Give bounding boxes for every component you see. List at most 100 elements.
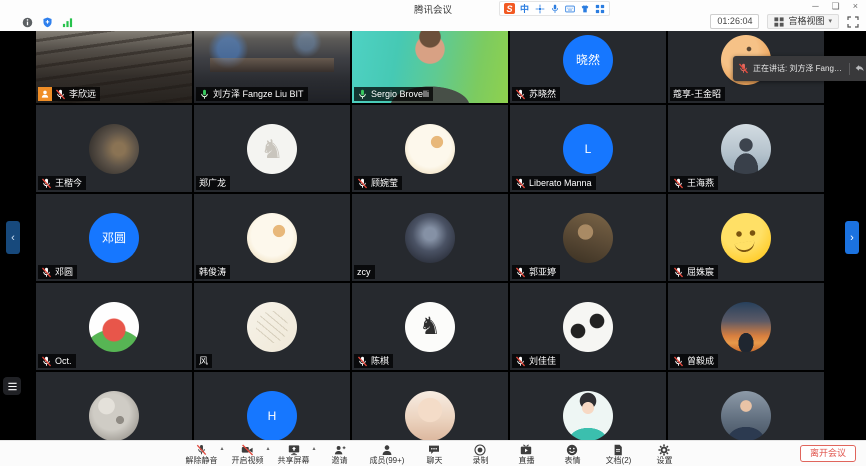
avatar-text: 晓然 [576,51,600,68]
tencent-meeting-window: 腾讯会议 S中 ─❏× 01:26:04 宫格视图 ▾ 李欣远 [0,0,866,466]
toolbar-button-label: 解除静音 [186,456,218,465]
window-maximize-button[interactable]: ❏ [832,1,840,11]
participant-tile-刘方泽 Fangze Liu BIT[interactable]: 刘方泽 Fangze Liu BIT [194,31,350,103]
toolbar-button-icon [241,443,254,456]
leave-meeting-button[interactable]: 离开会议 [800,445,856,462]
participant-tile-zcy[interactable]: zcy [352,194,508,281]
grid-view-button[interactable]: 宫格视图 ▾ [767,14,839,29]
participant-name: 蔻享-王金昭 [670,87,725,101]
toolbar-button-caret-icon[interactable]: ▴ [313,445,316,452]
participant-avatar [89,391,139,441]
toolbar-button-label: 设置 [656,456,672,465]
participant-tile-row5-1[interactable] [36,372,192,440]
participant-tile-刘佳佳[interactable]: 刘佳佳 [510,283,666,370]
fullscreen-button[interactable] [847,15,860,28]
speaking-toast[interactable]: 正在讲话: 刘方泽 Fangze... [733,56,866,81]
participant-tile-王楷今[interactable]: 王楷今 [36,105,192,192]
participant-tile-Oct.[interactable]: Oct. [36,283,192,370]
participant-avatar [247,124,297,174]
toolbar-button-live[interactable]: 直播 [507,443,545,465]
participant-tile-郑广龙[interactable]: 郑广龙 [194,105,350,192]
participant-tile-row5-2[interactable]: H [194,372,350,440]
participant-name: 郭亚婷 [526,265,560,279]
participant-name-bar: Oct. [38,354,76,368]
mic-status-icon [357,356,368,367]
ime-skin-icon[interactable] [579,3,590,14]
avatar-text: L [585,142,592,156]
participant-name: 王楷今 [52,176,86,190]
ime-voice-icon[interactable] [549,3,560,14]
toolbar-button-settings[interactable]: 设置 [645,443,683,465]
participant-tile-李欣远[interactable]: 李欣远 [36,31,192,103]
toolbar-button-mic-off[interactable]: ▴ 解除静音 [183,443,221,465]
participant-tile-陈棋[interactable]: 陈棋 [352,283,508,370]
toolbar-button-emoji[interactable]: 表情 [553,443,591,465]
toolbar-button-docs[interactable]: 文档(2) [599,443,637,465]
sidebar-toggle-button[interactable] [3,377,21,395]
toolbar-button-members[interactable]: 成员(99+) [367,443,408,465]
participant-tile-row5-4[interactable] [510,372,666,440]
ime-language-button[interactable]: 中 [519,3,530,14]
participant-name-bar: 邓圆 [38,265,77,279]
toolbar-button-chat[interactable]: 聊天 [415,443,453,465]
participant-name-bar: 王楷今 [38,176,86,190]
grid-view-icon [774,17,784,27]
participant-tile-郭亚婷[interactable]: 郭亚婷 [510,194,666,281]
ime-toolbox-icon[interactable] [594,3,605,14]
participant-tile-row5-3[interactable] [352,372,508,440]
mic-status-icon [673,267,684,278]
participant-tile-邓圆[interactable]: 邓圆 邓圆 [36,194,192,281]
participant-tile-row5-5[interactable] [668,372,824,440]
host-badge-icon [38,87,52,101]
toolbar-button-icon [566,443,578,456]
mic-status-icon [357,178,368,189]
participant-name-bar: Liberato Manna [512,176,596,190]
participant-name: 韩俊涛 [196,265,230,279]
network-signal-icon[interactable] [62,17,73,28]
sogou-logo-button[interactable]: S [504,3,515,14]
participant-name: 刘方泽 Fangze Liu BIT [210,87,308,101]
mic-status-icon [515,89,526,100]
participant-tile-Sergio Brovelli[interactable]: Sergio Brovelli [352,31,508,103]
participant-name-bar: 刘方泽 Fangze Liu BIT [196,87,308,101]
meeting-view-controls: 01:26:04 宫格视图 ▾ [710,14,860,29]
participant-tile-王海燕[interactable]: 王海燕 [668,105,824,192]
participant-tile-Liberato Manna[interactable]: L Liberato Manna [510,105,666,192]
ime-keyboard-icon[interactable] [564,3,575,14]
participant-tile-顾婉莹[interactable]: 顾婉莹 [352,105,508,192]
participant-avatar [721,124,771,174]
participant-name-bar: 王海燕 [670,176,718,190]
toolbar-button-icon [658,443,670,456]
participant-tile-苏晓然[interactable]: 晓然 苏晓然 [510,31,666,103]
participant-name: 顾婉莹 [368,176,402,190]
toolbar-button-invite[interactable]: 邀请 [321,443,359,465]
participant-tile-韩俊涛[interactable]: 韩俊涛 [194,194,350,281]
participant-tile-曾毅成[interactable]: 曾毅成 [668,283,824,370]
participant-avatar [721,302,771,352]
participant-name: Liberato Manna [526,176,596,190]
jump-to-speaker-icon[interactable] [854,63,865,74]
participant-name: 曾毅成 [684,354,718,368]
security-shield-icon[interactable] [42,17,53,28]
participant-name: Sergio Brovelli [368,87,433,101]
toolbar-button-icon [474,443,486,456]
prev-page-button[interactable]: ‹ [6,221,20,254]
meeting-info-icon[interactable] [22,17,33,28]
participant-name-bar: 郑广龙 [196,176,230,190]
participant-avatar [405,213,455,263]
toolbar-button-screen-share[interactable]: ▴ 共享屏幕 [275,443,313,465]
toolbar-button-label: 开启视频 [232,456,264,465]
participant-tile-风[interactable]: 风 [194,283,350,370]
toolbar-button-caret-icon[interactable]: ▴ [221,445,224,452]
window-close-button[interactable]: × [853,1,858,11]
toolbar-button-record[interactable]: 录制 [461,443,499,465]
ime-cursor-icon[interactable] [534,3,545,14]
next-page-button[interactable]: › [845,221,859,254]
toolbar-button-cam-off[interactable]: ▴ 开启视频 [229,443,267,465]
toast-mic-muted-icon [738,63,749,74]
toolbar-button-caret-icon[interactable]: ▴ [267,445,270,452]
toolbar-button-label: 共享屏幕 [278,456,310,465]
window-minimize-button[interactable]: ─ [812,1,818,11]
participant-tile-屈姝宸[interactable]: 屈姝宸 [668,194,824,281]
participant-avatar: H [247,391,297,441]
